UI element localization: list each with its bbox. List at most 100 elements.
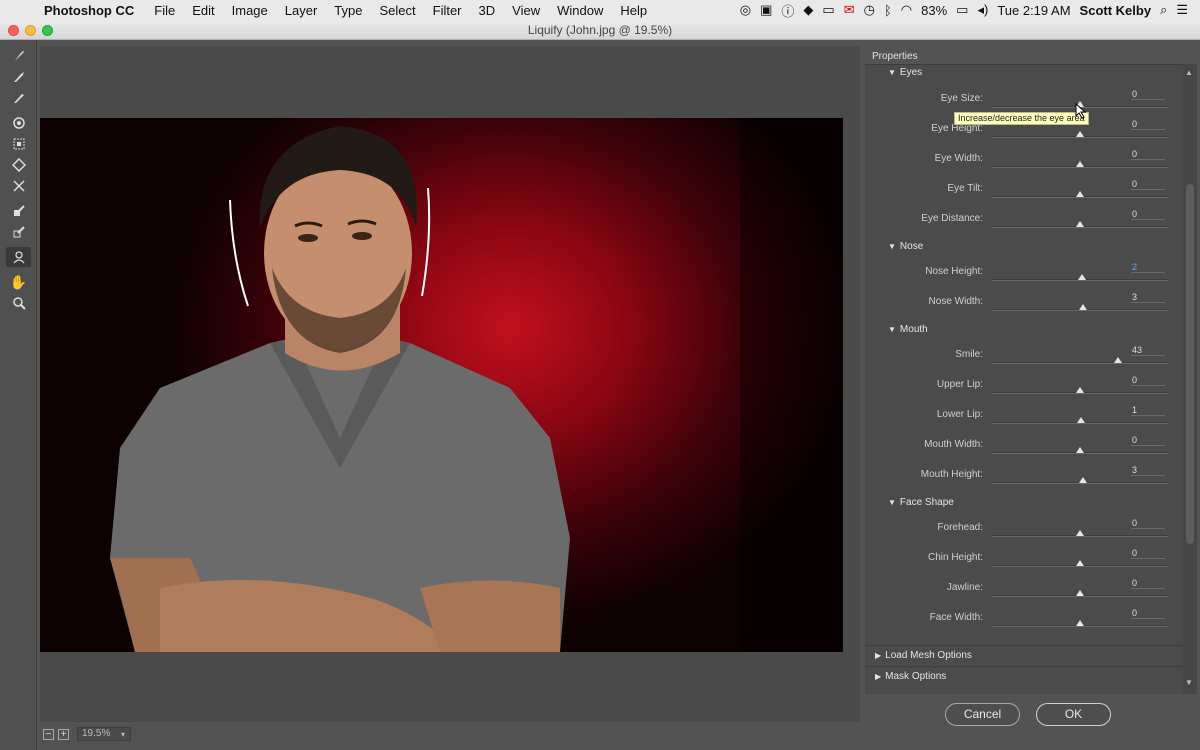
eye-distance-thumb[interactable] — [1076, 221, 1084, 227]
preview-canvas[interactable] — [40, 46, 860, 722]
freeze-mask-tool-icon[interactable] — [6, 201, 31, 221]
scroll-down-icon[interactable]: ▼ — [1185, 678, 1193, 687]
ok-button[interactable]: OK — [1036, 703, 1111, 726]
face-tool-icon[interactable] — [6, 247, 31, 267]
push-left-tool-icon[interactable] — [6, 176, 31, 196]
eye-tilt-value[interactable]: 0 — [1131, 179, 1165, 190]
zoom-out-button[interactable]: − — [43, 728, 54, 740]
menu-filter[interactable]: Filter — [433, 3, 462, 18]
expanded-triangle-icon[interactable]: ▼ — [888, 498, 896, 507]
section-eyes[interactable]: ▼ Eyes — [888, 67, 922, 78]
nose-height-thumb[interactable] — [1077, 274, 1086, 280]
eye-height-thumb[interactable] — [1076, 131, 1084, 137]
user-name[interactable]: Scott Kelby — [1080, 3, 1152, 18]
hand-tool-icon[interactable]: ✋ — [6, 272, 31, 292]
lower-lip-slider[interactable] — [992, 417, 1168, 424]
nose-width-thumb[interactable] — [1078, 304, 1087, 310]
info-icon[interactable]: ⓘ — [781, 1, 794, 20]
bloat-tool-icon[interactable] — [6, 155, 31, 175]
forehead-thumb[interactable] — [1076, 530, 1084, 536]
section-nose[interactable]: ▼ Nose — [888, 241, 923, 252]
mouth-width-thumb[interactable] — [1076, 447, 1084, 453]
pucker-tool-icon[interactable] — [6, 134, 31, 154]
eye-tilt-thumb[interactable] — [1076, 191, 1084, 197]
lower-lip-thumb[interactable] — [1076, 417, 1085, 423]
load-mesh-options-section[interactable]: ▶ Load Mesh Options — [865, 645, 1183, 665]
nose-width-value[interactable]: 3 — [1131, 292, 1165, 303]
eye-tilt-slider[interactable] — [992, 191, 1168, 198]
menu-image[interactable]: Image — [232, 3, 268, 18]
eye-distance-value[interactable]: 0 — [1131, 209, 1165, 220]
time-machine-icon[interactable]: ◷ — [864, 2, 875, 18]
jawline-value[interactable]: 0 — [1131, 578, 1165, 589]
volume-icon[interactable]: ◂) — [977, 2, 988, 18]
creative-cloud-icon[interactable]: ◎ — [740, 2, 751, 18]
nose-height-value[interactable]: 2 — [1131, 262, 1165, 273]
eye-distance-slider[interactable] — [992, 221, 1168, 228]
menu-edit[interactable]: Edit — [192, 3, 214, 18]
upper-lip-slider[interactable] — [992, 387, 1168, 394]
menu-file[interactable]: File — [154, 3, 175, 18]
zoom-in-button[interactable]: + — [58, 728, 69, 740]
smooth-tool-icon[interactable] — [6, 88, 31, 108]
smile-value[interactable]: 43 — [1131, 345, 1165, 356]
jawline-thumb[interactable] — [1076, 590, 1084, 596]
expanded-triangle-icon[interactable]: ▼ — [888, 68, 896, 77]
thaw-mask-tool-icon[interactable] — [6, 222, 31, 242]
expanded-triangle-icon[interactable]: ▼ — [888, 242, 896, 251]
scroll-thumb[interactable] — [1186, 184, 1194, 544]
menu-3d[interactable]: 3D — [479, 3, 496, 18]
close-window-icon[interactable] — [8, 25, 19, 36]
zoom-dropdown-icon[interactable]: ▾ — [121, 730, 125, 739]
section-face-shape[interactable]: ▼ Face Shape — [888, 497, 954, 508]
face-width-slider[interactable] — [992, 620, 1168, 627]
smile-slider[interactable] — [992, 357, 1168, 364]
notification-center-icon[interactable]: ☰ — [1176, 2, 1188, 18]
face-width-thumb[interactable] — [1076, 620, 1084, 626]
mouth-width-slider[interactable] — [992, 447, 1168, 454]
minimize-window-icon[interactable] — [25, 25, 36, 36]
twirl-tool-icon[interactable] — [6, 113, 31, 133]
app-menu[interactable]: Photoshop CC — [44, 3, 134, 18]
properties-scrollbar[interactable]: ▲ ▼ — [1183, 64, 1197, 694]
clock[interactable]: Tue 2:19 AM — [997, 3, 1070, 18]
zoom-tool-icon[interactable] — [6, 293, 31, 313]
dropbox-icon[interactable]: ◆ — [803, 2, 813, 18]
eye-width-thumb[interactable] — [1076, 161, 1084, 167]
eye-height-value[interactable]: 0 — [1131, 119, 1165, 130]
upper-lip-thumb[interactable] — [1076, 387, 1084, 393]
mask-options-section[interactable]: ▶ Mask Options — [865, 666, 1183, 686]
forward-warp-tool-icon[interactable] — [6, 46, 31, 66]
forehead-slider[interactable] — [992, 530, 1168, 537]
expanded-triangle-icon[interactable]: ▼ — [888, 325, 896, 334]
menu-layer[interactable]: Layer — [285, 3, 318, 18]
mail-alert-icon[interactable]: ✉ — [844, 2, 855, 18]
bluetooth-icon[interactable]: ᛒ — [884, 3, 892, 18]
menu-type[interactable]: Type — [334, 3, 362, 18]
smile-thumb[interactable] — [1113, 357, 1122, 363]
collapsed-triangle-icon[interactable]: ▶ — [875, 672, 881, 681]
jawline-slider[interactable] — [992, 590, 1168, 597]
wifi-icon[interactable]: ◠ — [901, 2, 912, 18]
menu-select[interactable]: Select — [379, 3, 415, 18]
camera-icon[interactable]: ▣ — [760, 2, 772, 18]
upper-lip-value[interactable]: 0 — [1131, 375, 1165, 386]
eye-size-value[interactable]: 0 — [1131, 89, 1165, 100]
eye-height-slider[interactable] — [992, 131, 1168, 138]
lower-lip-value[interactable]: 1 — [1131, 405, 1165, 416]
reconstruct-tool-icon[interactable] — [6, 67, 31, 87]
face-width-value[interactable]: 0 — [1131, 608, 1165, 619]
chin-height-slider[interactable] — [992, 560, 1168, 567]
mouth-height-slider[interactable] — [992, 477, 1168, 484]
scroll-up-icon[interactable]: ▲ — [1185, 68, 1193, 77]
chin-height-value[interactable]: 0 — [1131, 548, 1165, 559]
collapsed-triangle-icon[interactable]: ▶ — [875, 651, 881, 660]
eye-width-value[interactable]: 0 — [1131, 149, 1165, 160]
chin-height-thumb[interactable] — [1076, 560, 1084, 566]
zoom-window-icon[interactable] — [42, 25, 53, 36]
menu-help[interactable]: Help — [620, 3, 647, 18]
eye-width-slider[interactable] — [992, 161, 1168, 168]
display-icon[interactable]: ▭ — [822, 2, 834, 18]
section-mouth[interactable]: ▼ Mouth — [888, 324, 928, 335]
battery-icon[interactable]: ▭ — [956, 2, 968, 18]
